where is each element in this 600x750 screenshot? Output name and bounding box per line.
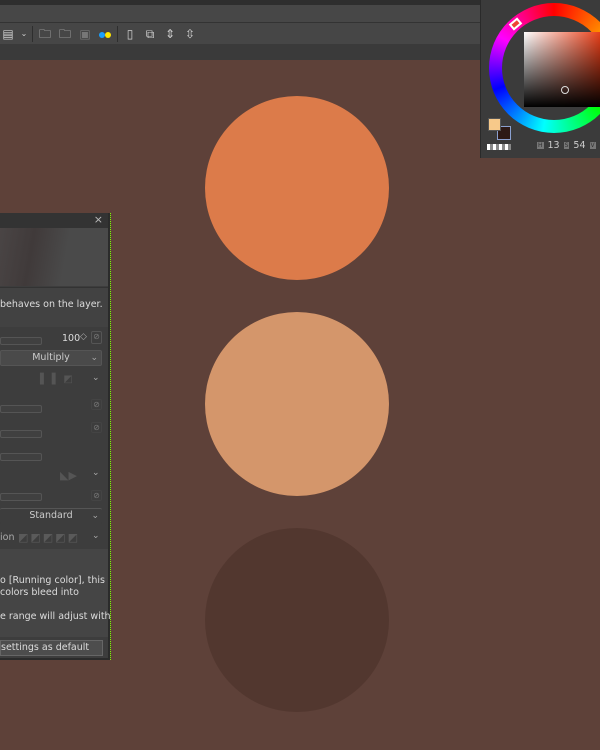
page-icon[interactable]: ▯	[122, 27, 138, 41]
layout-icon[interactable]: ▤	[0, 27, 16, 41]
texture-option-icons[interactable]: ◩◩◩◩◩	[18, 531, 80, 544]
v-label: V	[589, 142, 596, 149]
setting-slider-1[interactable]	[0, 405, 42, 413]
selection-marquee	[110, 213, 111, 660]
s-label: S	[563, 142, 570, 149]
dialog-titlebar: ×	[0, 213, 108, 228]
expand-icon[interactable]: ⇕	[162, 27, 178, 41]
help-line-2: colors bleed into	[0, 587, 79, 598]
h-label: H	[537, 142, 544, 149]
opacity-link-icon[interactable]: ⊘	[91, 331, 102, 344]
hsv-readout: H 13 S 54 V	[537, 140, 596, 151]
color-wheel-panel: H 13 S 54 V	[480, 0, 600, 158]
chevron-down-icon[interactable]: ⌄	[92, 531, 100, 541]
open-folder-2-icon[interactable]: 🗀	[57, 27, 73, 41]
contract-icon[interactable]: ⇳	[182, 27, 198, 41]
saturation-value-square[interactable]	[524, 32, 600, 107]
orange-circle	[205, 96, 389, 280]
toolbar-separator	[32, 25, 33, 42]
chevron-down-icon[interactable]: ⌄	[92, 373, 100, 383]
close-icon[interactable]: ×	[94, 213, 103, 226]
direction-icons[interactable]: ◣▶	[60, 469, 77, 482]
chevron-down-icon[interactable]: ⌄	[92, 468, 100, 478]
opacity-slider[interactable]	[0, 337, 42, 345]
command-bar	[0, 5, 480, 23]
open-folder-icon[interactable]: 🗀	[37, 27, 53, 41]
help-text-box: o [Running color], this colors bleed int…	[0, 549, 111, 637]
chevron-down-icon: ⌄	[91, 511, 99, 521]
toolbar-separator	[117, 25, 118, 42]
edge-style-icons[interactable]: ▌▌◩	[40, 374, 77, 385]
opacity-spinner-icon[interactable]: ◇	[80, 332, 87, 342]
h-value: 13	[547, 140, 560, 151]
blend-mode-dropdown[interactable]: Multiply ⌄	[0, 350, 102, 366]
help-line-3: e range will adjust with	[0, 611, 111, 622]
description-box: behaves on the layer.	[0, 287, 108, 327]
save-default-button[interactable]: settings as default	[0, 640, 103, 656]
help-line-1: o [Running color], this	[0, 575, 105, 586]
chevron-down-icon[interactable]: ⌄	[20, 27, 28, 41]
option-label: ion	[0, 532, 15, 543]
link-icon[interactable]: ⊘	[91, 422, 102, 433]
setting-slider-4[interactable]	[0, 493, 42, 501]
standard-value: Standard	[29, 510, 73, 521]
standard-dropdown[interactable]: Standard ⌄	[0, 508, 102, 524]
link-icon[interactable]: ⊘	[91, 490, 102, 501]
main-color-swatch[interactable]	[488, 118, 501, 131]
transparent-color-swatch[interactable]	[487, 144, 511, 150]
peach-circle	[205, 312, 389, 496]
opacity-value[interactable]: 100	[62, 333, 80, 344]
import-image-icon[interactable]: ▣	[77, 27, 93, 41]
link-icon[interactable]: ⊘	[91, 399, 102, 410]
blend-mode-value: Multiply	[32, 352, 70, 363]
toolbar: ▤ ⌄ 🗀 🗀 ▣ ▯ ⧉ ⇕ ⇳	[0, 23, 480, 44]
setting-slider-2[interactable]	[0, 430, 42, 438]
toolbar-bottom-band	[0, 44, 480, 60]
preview-image	[0, 228, 108, 286]
color-set-icon[interactable]	[97, 27, 113, 41]
setting-slider-3[interactable]	[0, 453, 42, 461]
description-text: behaves on the layer.	[0, 299, 103, 310]
color-picker-handle[interactable]	[561, 86, 569, 94]
duplicate-icon[interactable]: ⧉	[142, 27, 158, 41]
layer-property-dialog: × behaves on the layer. 100 ◇ ⊘ Multiply…	[0, 213, 111, 660]
chevron-down-icon: ⌄	[90, 353, 98, 363]
s-value: 54	[573, 140, 586, 151]
dark-brown-circle	[205, 528, 389, 712]
